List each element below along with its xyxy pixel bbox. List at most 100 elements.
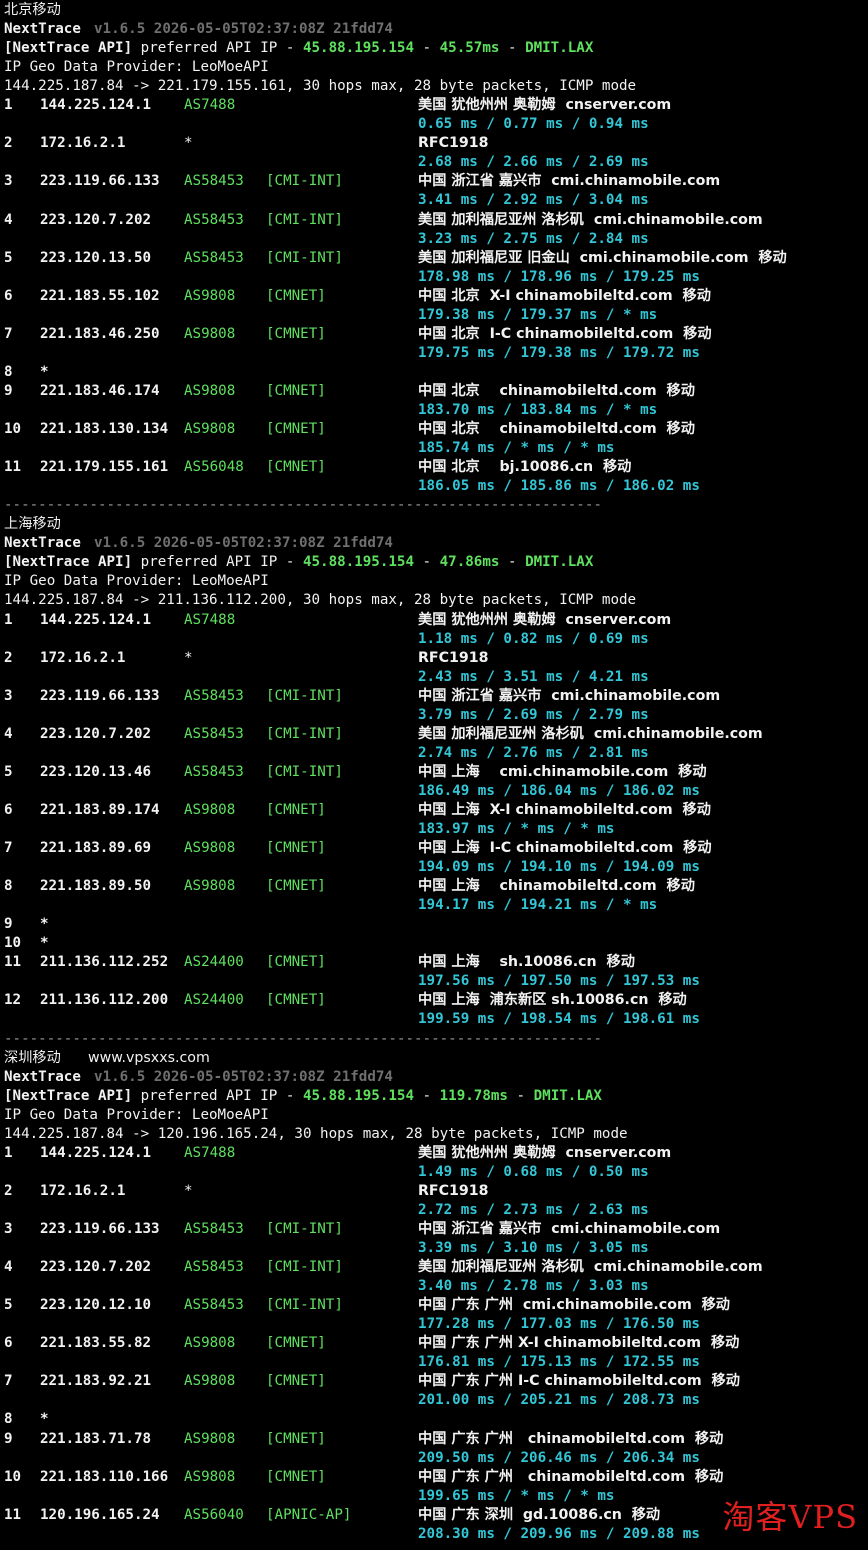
hop-number: 1 (4, 97, 13, 114)
hop-rtt-row: 201.00 ms / 205.21 ms / 208.73 ms (4, 1391, 866, 1410)
hop-ip: 223.120.13.46 (40, 763, 152, 780)
hop-number: 8 (4, 878, 13, 895)
hop-ip: 144.225.124.1 (40, 611, 152, 628)
hop-rtt-row: 186.49 ms / 186.04 ms / 186.02 ms (4, 782, 866, 801)
hop-number: 8 (4, 363, 13, 380)
hop-row: 8 * (4, 363, 866, 382)
hop-number: 11 (4, 459, 22, 476)
hop-number: 1 (4, 611, 13, 628)
hop-asn: * (184, 1182, 193, 1199)
api-sep: - (414, 554, 440, 571)
hop-row: 8 221.183.89.50 AS9808 [CMNET] 中国 上海 chinamo… (4, 877, 866, 896)
hop-geo: RFC1918 (418, 135, 489, 152)
hop-rtt-row: 209.50 ms / 206.46 ms / 206.34 ms (4, 1449, 866, 1468)
hop-number: 7 (4, 325, 13, 342)
hop-geo: 中国 上海 浦东新区 sh.10086.cn 移动 (418, 992, 687, 1009)
hop-asn: AS9808 (184, 325, 236, 342)
hop-rtt: 1.18 ms / 0.82 ms / 0.69 ms (418, 630, 649, 647)
separator-line: ----------------------------------------… (4, 497, 602, 514)
api-line: [NextTrace API] preferred API IP - 45.88… (4, 39, 866, 58)
hop-rtt: 183.70 ms / 183.84 ms / * ms (418, 401, 658, 418)
api-mid: preferred API IP - (132, 554, 303, 571)
separator: ----------------------------------------… (4, 496, 866, 515)
hop-ip: 221.183.46.250 (40, 325, 160, 342)
api-mid: preferred API IP - (132, 1087, 303, 1104)
hop-geo: 中国 北京 chinamobileltd.com 移动 (418, 382, 695, 399)
hop-row: 5 223.120.12.10 AS58453 [CMI-INT] 中国 广东 广州 c… (4, 1296, 866, 1315)
hop-number: 6 (4, 287, 13, 304)
hop-asn: AS58453 (184, 1297, 244, 1314)
hop-asn: AS9808 (184, 1430, 236, 1447)
api-label: [NextTrace API] (4, 554, 133, 571)
hop-asn: AS9808 (184, 801, 236, 818)
section-title-text: 深圳移动 (4, 1049, 61, 1066)
hop-asn: AS58453 (184, 211, 244, 228)
api-sep: - (499, 40, 526, 57)
hop-rtt: 3.39 ms / 3.10 ms / 3.05 ms (418, 1240, 649, 1257)
hop-asn: AS9808 (184, 840, 236, 857)
hop-network-tag: [CMI-INT] (266, 211, 343, 228)
hop-geo: 中国 浙江省 嘉兴市 cmi.chinamobile.com (418, 173, 721, 190)
hop-network-tag: [CMNET] (266, 840, 326, 857)
hop-number: 3 (4, 173, 13, 190)
api-latency: 45.57ms (439, 40, 500, 57)
hop-rtt-row: 1.49 ms / 0.68 ms / 0.50 ms (4, 1163, 866, 1182)
api-ip: 45.88.195.154 (302, 1087, 415, 1104)
hop-number: 2 (4, 1182, 13, 1199)
api-sep: - (507, 1087, 534, 1104)
hop-ip: 221.183.55.82 (40, 1335, 152, 1352)
api-label: [NextTrace API] (4, 40, 133, 57)
hop-asn: AS7488 (184, 1144, 236, 1161)
hop-geo: 中国 广东 广州 cmi.chinamobile.com 移动 (418, 1297, 730, 1314)
hop-number: 10 (4, 935, 22, 952)
hop-ip: 221.183.110.166 (40, 1468, 169, 1485)
hop-geo: 美国 加利福尼亚州 洛杉矶 cmi.chinamobile.com (418, 211, 763, 228)
hop-network-tag: [CMNET] (266, 1468, 326, 1485)
app-name: NextTrace (4, 21, 81, 38)
hop-rtt: 0.65 ms / 0.77 ms / 0.94 ms (418, 116, 649, 133)
section-title: 上海移动 (4, 515, 866, 534)
hop-network-tag: [CMNET] (266, 287, 326, 304)
hop-number: 1 (4, 1144, 13, 1161)
hop-network-tag: [CMI-INT] (266, 249, 343, 266)
hop-geo: 美国 加利福尼亚州 洛杉矶 cmi.chinamobile.com (418, 1259, 763, 1276)
hop-asn: * (184, 649, 193, 666)
geo-provider: IP Geo Data Provider: LeoMoeAPI (4, 59, 269, 76)
hop-ip: 223.120.7.202 (40, 1259, 152, 1276)
hop-rtt: 178.98 ms / 178.96 ms / 179.25 ms (418, 268, 700, 285)
hop-network-tag: [CMNET] (266, 878, 326, 895)
hop-number: 4 (4, 211, 13, 228)
hop-asn: * (184, 135, 193, 152)
hop-geo: 中国 浙江省 嘉兴市 cmi.chinamobile.com (418, 687, 721, 704)
watermark-logo: 淘客VPS (722, 1498, 858, 1536)
hop-row: 7 221.183.92.21 AS9808 [CMNET] 中国 广东 广州 I-C … (4, 1372, 866, 1391)
hop-number: 4 (4, 1259, 13, 1276)
hop-rtt: 194.17 ms / 194.21 ms / * ms (418, 897, 658, 914)
hop-asn: AS58453 (184, 687, 244, 704)
hop-row: 1 144.225.124.1 AS7488 美国 犹他州州 奥勒姆 cnserver… (4, 1144, 866, 1163)
hop-network-tag: [CMNET] (266, 1335, 326, 1352)
hop-asn: AS58453 (184, 763, 244, 780)
section-title-text: 上海移动 (4, 516, 61, 533)
api-mid: preferred API IP - (132, 40, 303, 57)
terminal-output[interactable]: 北京移动 NextTrace v1.6.5 2026-05-05T02:37:08Z… (4, 1, 866, 1544)
hop-number: 2 (4, 649, 13, 666)
hop-rtt-row: 0.65 ms / 0.77 ms / 0.94 ms (4, 115, 866, 134)
app-name: NextTrace (4, 535, 81, 552)
section-title: 深圳移动 www.vpsxxs.com (4, 1049, 866, 1068)
hop-rtt: 185.74 ms / * ms / * ms (418, 440, 615, 457)
hop-rtt: 179.75 ms / 179.38 ms / 179.72 ms (418, 344, 700, 361)
hop-ip: 221.183.89.174 (40, 801, 160, 818)
hop-geo: 中国 上海 X-I chinamobileltd.com 移动 (418, 801, 711, 818)
site-url: www.vpsxxs.com (88, 1049, 210, 1066)
hop-rtt: 176.81 ms / 175.13 ms / 172.55 ms (418, 1354, 700, 1371)
geo-provider: IP Geo Data Provider: LeoMoeAPI (4, 573, 269, 590)
hop-ip: 221.183.130.134 (40, 421, 169, 438)
separator: ----------------------------------------… (4, 1030, 866, 1049)
route-line: 144.225.187.84 -> 221.179.155.161, 30 ho… (4, 77, 866, 96)
api-ip: 45.88.195.154 (302, 40, 415, 57)
hop-number: 10 (4, 1468, 22, 1485)
route-line: 144.225.187.84 -> 120.196.165.24, 30 hop… (4, 1125, 866, 1144)
hop-geo: 中国 上海 I-C chinamobileltd.com 移动 (418, 840, 712, 857)
hop-rtt: 201.00 ms / 205.21 ms / 208.73 ms (418, 1392, 700, 1409)
